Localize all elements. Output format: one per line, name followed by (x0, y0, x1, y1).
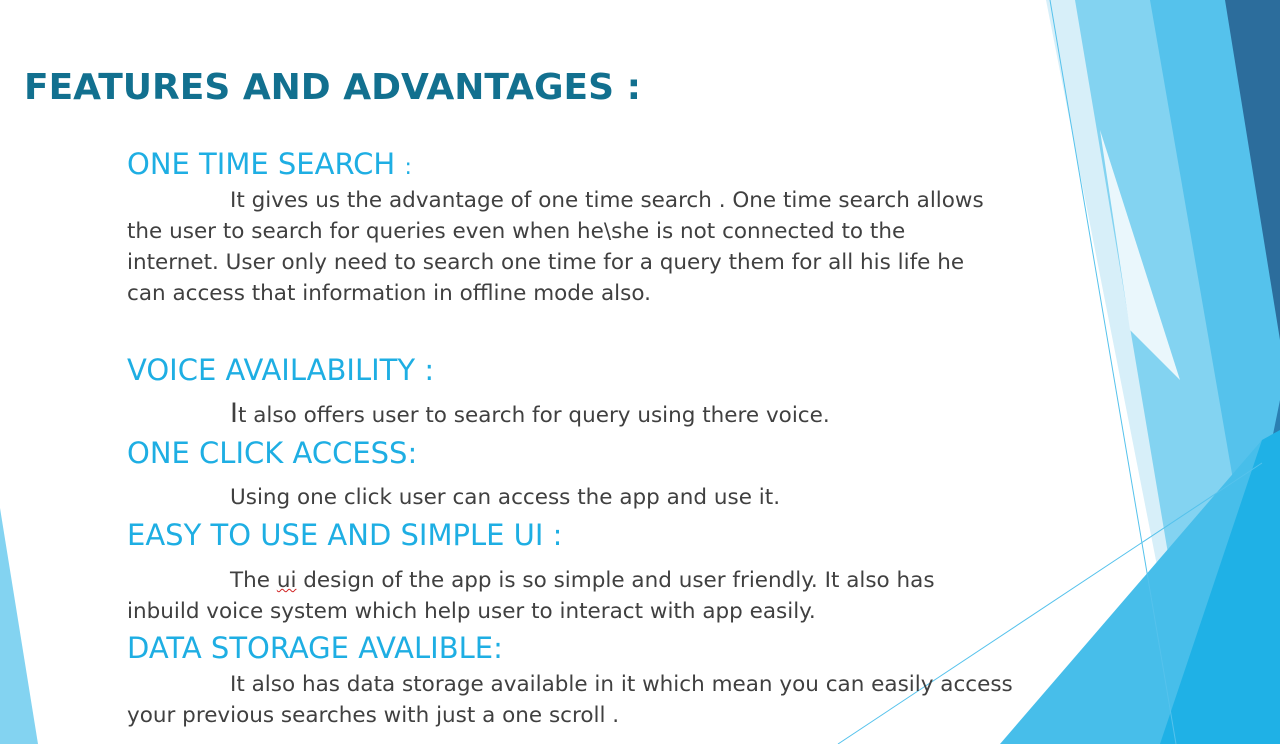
voice-availability-initial: I (230, 398, 238, 429)
easy-to-use-rest: design of the app is so simple and user … (296, 568, 935, 593)
easy-to-use-prefix: The (230, 568, 277, 593)
data-storage-body: It also has data storage available in it… (127, 669, 1013, 731)
one-time-search-line-4: can access that information in offline m… (127, 281, 651, 306)
one-time-search-body: It gives us the advantage of one time se… (127, 185, 984, 309)
voice-availability-body: It also offers user to search for query … (127, 398, 830, 431)
data-storage-line-1: It also has data storage available in it… (230, 672, 1013, 697)
heading-easy-to-use: EASY TO USE AND SIMPLE UI : (127, 518, 563, 552)
one-click-access-body: Using one click user can access the app … (127, 482, 780, 513)
slide: FEATURES AND ADVANTAGES : ONE TIME SEARC… (0, 0, 1280, 744)
one-click-access-line-1: Using one click user can access the app … (230, 485, 781, 510)
voice-availability-text: t also offers user to search for query u… (237, 403, 830, 428)
heading-data-storage: DATA STORAGE AVALIBLE: (127, 631, 503, 665)
easy-to-use-line-1: The ui design of the app is so simple an… (127, 565, 935, 596)
one-time-search-line-2: the user to search for queries even when… (127, 219, 906, 244)
heading-voice-availability: VOICE AVAILABILITY : (127, 353, 435, 387)
one-time-search-line-1: It gives us the advantage of one time se… (230, 188, 984, 213)
one-time-search-line-3: internet. User only need to search one t… (127, 250, 965, 275)
heading-one-click-access: ONE CLICK ACCESS: (127, 436, 418, 470)
voice-availability-line-1: It also offers user to search for query … (127, 398, 830, 431)
heading-one-time-search: ONE TIME SEARCH : (127, 146, 412, 186)
slide-title: FEATURES AND ADVANTAGES : (24, 67, 641, 108)
heading-one-time-search-text: ONE TIME SEARCH (127, 147, 396, 181)
facet-left (0, 508, 38, 744)
easy-to-use-body: The ui design of the app is so simple an… (127, 565, 935, 627)
heading-one-time-search-colon: : (404, 155, 412, 180)
spellcheck-flagged-word[interactable]: ui (277, 568, 297, 593)
data-storage-line-2: your previous searches with just a one s… (127, 703, 620, 728)
easy-to-use-line-2: inbuild voice system which help user to … (127, 599, 816, 624)
